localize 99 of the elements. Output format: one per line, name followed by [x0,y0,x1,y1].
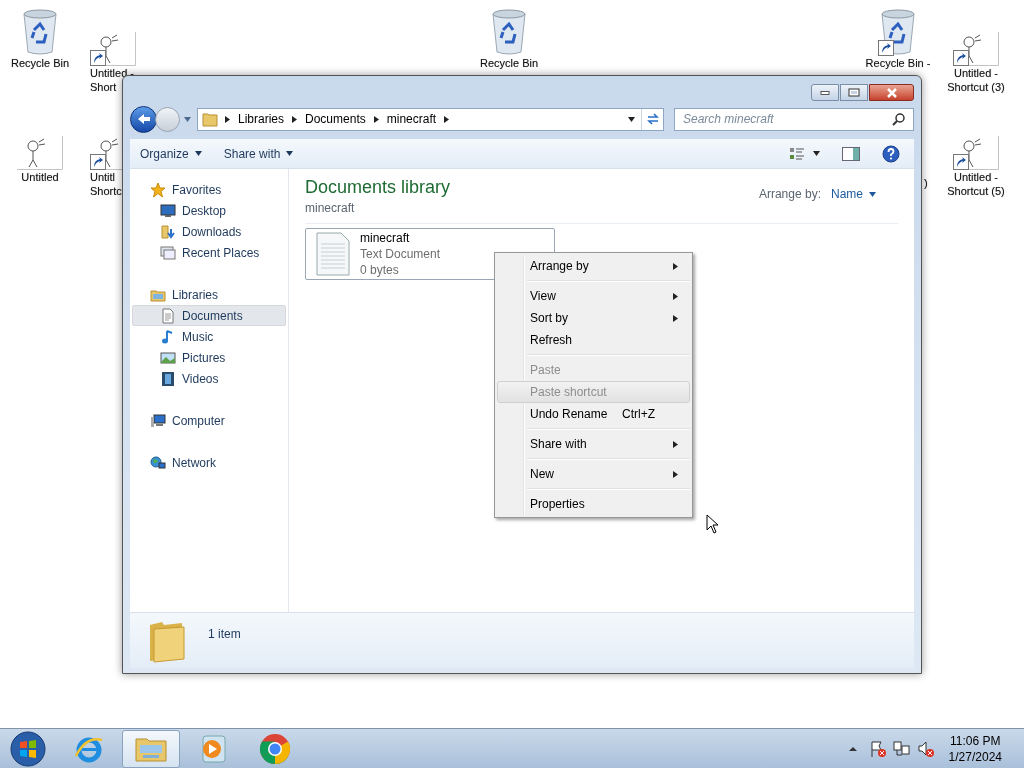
desktop-icon-label[interactable]: Shortc [90,184,122,198]
view-list-icon [789,146,805,161]
caret-down-icon [627,115,635,123]
refresh-icon [645,113,660,125]
caret-down-icon [869,190,876,198]
desktop-icon-label[interactable]: Recycle Bin [10,56,70,70]
mouse-cursor-icon [706,514,720,534]
toolbar-menu-button[interactable]: Share with [223,144,294,163]
monitor-icon [160,202,176,219]
caret-down-icon [184,115,191,123]
arrow-right-icon [672,314,679,322]
sidebar-item[interactable]: Libraries [132,284,286,305]
arrow-right-icon [291,115,299,123]
muted-speaker-icon[interactable] [916,739,935,758]
document-icon [160,307,176,324]
close-icon [885,87,898,98]
star-icon [150,181,166,198]
address-bar[interactable]: Libraries Documents minecraft [197,107,664,131]
minimize-icon [820,90,830,95]
arrange-by-dropdown[interactable]: Name [831,185,876,203]
desktop-icon-label[interactable]: ) [924,176,928,190]
sidebar-item[interactable]: Downloads [132,221,286,242]
restore-icon [848,88,860,97]
flag-with-x-icon[interactable] [868,739,887,758]
library-title: Documents library [305,176,452,199]
folder-download-icon [160,223,176,240]
search-field[interactable]: Search minecraft [674,107,914,131]
breadcrumb[interactable]: minecraft [379,110,444,128]
file-size: 0 bytes [360,262,400,278]
minimize-button[interactable] [811,84,839,101]
desktop-icon-label[interactable]: Untitled - [954,66,998,80]
search-icon [892,112,905,126]
preview-pane-button[interactable] [842,146,860,161]
caret-down-icon [813,150,820,157]
toolbar-menu-button[interactable]: Organize [140,144,202,163]
menu-item[interactable]: Properties [497,493,690,515]
help-button[interactable] [882,144,900,163]
sidebar-item[interactable]: Documents [132,305,286,326]
show-hidden-icons-button[interactable] [848,745,857,752]
sidebar-item[interactable]: Favorites [132,179,286,200]
back-button[interactable] [130,105,157,133]
sidebar-item[interactable]: Pictures [132,347,286,368]
menu-item[interactable]: New [497,463,690,485]
preview-pane-icon [842,146,860,161]
sidebar-item[interactable]: Network [132,452,286,473]
sidebar-item[interactable]: Desktop [132,200,286,221]
desktop-icon-label[interactable]: Recycle Bin [479,56,539,70]
network-icon[interactable] [892,739,911,758]
menu-item[interactable]: Undo Rename Ctrl+Z [497,403,690,425]
caret-down-icon [286,150,294,157]
item-count: 1 item [208,626,241,643]
arrow-right-icon [372,115,380,123]
menu-item[interactable]: View [497,285,690,307]
network-icon [150,454,166,471]
sidebar-item[interactable]: Computer [132,410,286,431]
arrow-right-icon [443,115,451,123]
chrome-browser-icon [259,732,291,765]
desktop-icon-label[interactable]: Untitl [90,170,116,184]
folder-icon [202,111,218,127]
arrow-right-icon [672,440,679,448]
menu-item[interactable]: Sort by [497,307,690,329]
picture-icon [160,349,176,366]
folder-icon [148,621,186,663]
arrow-right-icon [672,262,679,270]
caret-down-icon [194,150,202,157]
caret-up-icon [848,745,857,752]
breadcrumb[interactable]: Documents [298,110,373,128]
sidebar-item[interactable]: Videos [132,368,286,389]
desktop-icon-label[interactable]: Short [90,80,117,94]
desktop-icon-label[interactable]: Recycle Bin - [865,56,931,70]
windows-orb-icon [10,730,46,767]
back-arrow-icon [136,113,151,125]
film-icon [160,370,176,387]
file-name: minecraft [360,230,411,246]
sidebar-item[interactable]: Recent Places [132,242,286,263]
arrow-right-icon [672,292,679,300]
help-icon [882,144,900,163]
desktop-icon-label[interactable]: Shortcut (3) [947,80,1005,94]
desktop-icon-label[interactable]: Shortcut (5) [947,184,1005,198]
clock[interactable]: 11:06 PM 1/27/2024 [948,732,1002,765]
recent-places-icon [160,244,176,261]
breadcrumb[interactable]: Libraries [231,110,292,128]
computer-icon [150,412,166,429]
desktop-icon-label[interactable]: Untitled - [90,66,135,80]
library-subtitle: minecraft [305,200,356,217]
arrange-by-label: Arrange by: [758,186,821,203]
menu-item[interactable]: Refresh [497,329,690,351]
arrow-right-icon [224,115,231,123]
file-type: Text Document [360,246,441,262]
desktop-icon-label[interactable]: Untitled [21,170,59,184]
play-tile-icon [200,734,226,763]
desktop-icon-label[interactable]: Untitled - [954,170,998,184]
sidebar-item[interactable]: Music [132,326,286,347]
view-options-button[interactable] [789,146,820,161]
maximize-button[interactable] [840,84,868,101]
text-document-icon [316,232,350,276]
close-button[interactable] [869,84,914,101]
menu-item[interactable]: Share with [497,433,690,455]
arrow-right-icon [672,470,679,478]
